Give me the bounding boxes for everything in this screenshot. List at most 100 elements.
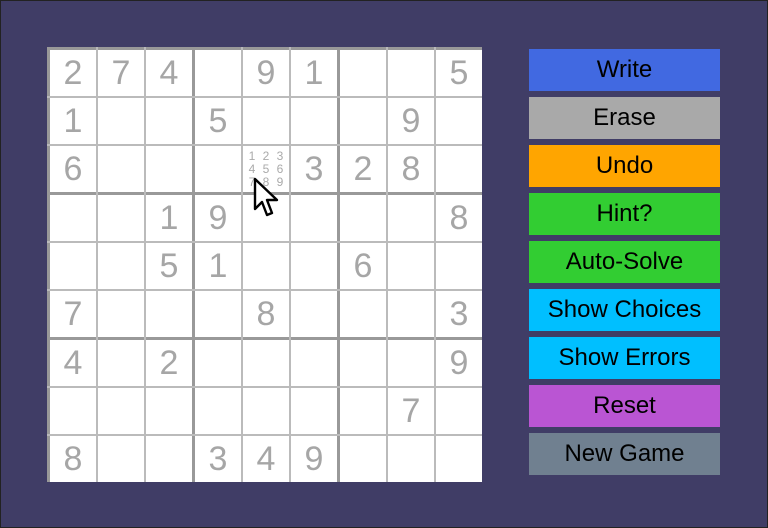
cell-r6c6[interactable] xyxy=(291,291,337,337)
cell-r3c6[interactable]: 3 xyxy=(291,146,337,192)
cell-r2c1[interactable]: 1 xyxy=(50,98,96,144)
cell-digit: 1 xyxy=(63,101,83,140)
cell-r1c1[interactable]: 2 xyxy=(50,50,96,96)
cell-r5c9[interactable] xyxy=(436,243,482,289)
cell-r8c3[interactable] xyxy=(146,388,192,434)
cell-r7c1[interactable]: 4 xyxy=(50,340,96,386)
cell-r8c1[interactable] xyxy=(50,388,96,434)
cell-r3c9[interactable] xyxy=(436,146,482,192)
cell-r5c7[interactable]: 6 xyxy=(340,243,386,289)
cell-r4c8[interactable] xyxy=(388,195,434,241)
cell-r5c3[interactable]: 5 xyxy=(146,243,192,289)
cell-r3c4[interactable] xyxy=(195,146,241,192)
cell-r4c2[interactable] xyxy=(98,195,144,241)
cell-r6c8[interactable] xyxy=(388,291,434,337)
cell-r2c4[interactable]: 5 xyxy=(195,98,241,144)
cell-r7c3[interactable]: 2 xyxy=(146,340,192,386)
cell-r2c7[interactable] xyxy=(340,98,386,144)
cell-r4c7[interactable] xyxy=(340,195,386,241)
cell-r9c5[interactable]: 4 xyxy=(243,436,289,482)
cell-r4c4[interactable]: 9 xyxy=(195,195,241,241)
auto-solve-button[interactable]: Auto-Solve xyxy=(529,241,720,283)
cell-digit: 5 xyxy=(449,53,469,92)
cell-r9c4[interactable]: 3 xyxy=(195,436,241,482)
cell-r9c2[interactable] xyxy=(98,436,144,482)
cell-r8c5[interactable] xyxy=(243,388,289,434)
cell-digit: 3 xyxy=(449,294,469,333)
cell-r8c4[interactable] xyxy=(195,388,241,434)
cell-r4c6[interactable] xyxy=(291,195,337,241)
cell-r9c3[interactable] xyxy=(146,436,192,482)
cell-r6c4[interactable] xyxy=(195,291,241,337)
candidate: 5 xyxy=(262,161,270,176)
cell-r7c8[interactable] xyxy=(388,340,434,386)
cell-r1c6[interactable]: 1 xyxy=(291,50,337,96)
cell-r9c7[interactable] xyxy=(340,436,386,482)
write-button[interactable]: Write xyxy=(529,49,720,91)
cell-r9c1[interactable]: 8 xyxy=(50,436,96,482)
cell-r3c2[interactable] xyxy=(98,146,144,192)
cell-r5c1[interactable] xyxy=(50,243,96,289)
cell-r7c5[interactable] xyxy=(243,340,289,386)
cell-r7c2[interactable] xyxy=(98,340,144,386)
cell-r9c6[interactable]: 9 xyxy=(291,436,337,482)
new-game-button[interactable]: New Game xyxy=(529,433,720,475)
cell-r7c7[interactable] xyxy=(340,340,386,386)
cell-r7c9[interactable]: 9 xyxy=(436,340,482,386)
cell-r6c2[interactable] xyxy=(98,291,144,337)
cell-r8c6[interactable] xyxy=(291,388,337,434)
erase-button[interactable]: Erase xyxy=(529,97,720,139)
cell-r2c6[interactable] xyxy=(291,98,337,144)
cell-r6c9[interactable]: 3 xyxy=(436,291,482,337)
cell-r5c8[interactable] xyxy=(388,243,434,289)
hint-button[interactable]: Hint? xyxy=(529,193,720,235)
cell-r6c7[interactable] xyxy=(340,291,386,337)
cell-r7c4[interactable] xyxy=(195,340,241,386)
cell-r8c8[interactable]: 7 xyxy=(388,388,434,434)
cell-r2c3[interactable] xyxy=(146,98,192,144)
cell-r8c9[interactable] xyxy=(436,388,482,434)
cell-digit: 9 xyxy=(208,198,228,237)
cell-digit: 8 xyxy=(401,149,421,188)
cell-digit: 9 xyxy=(256,53,276,92)
cell-r2c2[interactable] xyxy=(98,98,144,144)
cell-r3c7[interactable]: 2 xyxy=(340,146,386,192)
candidate: 3 xyxy=(276,148,284,163)
candidate: 1 xyxy=(248,148,256,163)
cell-digit: 9 xyxy=(304,439,324,478)
reset-button[interactable]: Reset xyxy=(529,385,720,427)
cell-r6c5[interactable]: 8 xyxy=(243,291,289,337)
cell-r7c6[interactable] xyxy=(291,340,337,386)
cell-digit: 2 xyxy=(159,343,179,382)
cell-r4c3[interactable]: 1 xyxy=(146,195,192,241)
cell-r9c8[interactable] xyxy=(388,436,434,482)
cell-r3c8[interactable]: 8 xyxy=(388,146,434,192)
show-choices-button[interactable]: Show Choices xyxy=(529,289,720,331)
cell-r1c2[interactable]: 7 xyxy=(98,50,144,96)
cell-digit: 8 xyxy=(256,294,276,333)
cell-r1c7[interactable] xyxy=(340,50,386,96)
cell-r1c4[interactable] xyxy=(195,50,241,96)
cell-r4c1[interactable] xyxy=(50,195,96,241)
cell-r5c4[interactable]: 1 xyxy=(195,243,241,289)
cell-r1c3[interactable]: 4 xyxy=(146,50,192,96)
cell-r1c5[interactable]: 9 xyxy=(243,50,289,96)
undo-button[interactable]: Undo xyxy=(529,145,720,187)
cell-r2c5[interactable] xyxy=(243,98,289,144)
cell-r3c1[interactable]: 6 xyxy=(50,146,96,192)
show-errors-button[interactable]: Show Errors xyxy=(529,337,720,379)
cell-r1c8[interactable] xyxy=(388,50,434,96)
cell-r8c7[interactable] xyxy=(340,388,386,434)
cell-r2c8[interactable]: 9 xyxy=(388,98,434,144)
cell-r5c2[interactable] xyxy=(98,243,144,289)
cell-r2c9[interactable] xyxy=(436,98,482,144)
cell-r6c3[interactable] xyxy=(146,291,192,337)
cell-r3c3[interactable] xyxy=(146,146,192,192)
cell-r4c9[interactable]: 8 xyxy=(436,195,482,241)
cell-r1c9[interactable]: 5 xyxy=(436,50,482,96)
cell-r5c6[interactable] xyxy=(291,243,337,289)
cell-r6c1[interactable]: 7 xyxy=(50,291,96,337)
cell-r5c5[interactable] xyxy=(243,243,289,289)
cell-r9c9[interactable] xyxy=(436,436,482,482)
cell-r8c2[interactable] xyxy=(98,388,144,434)
